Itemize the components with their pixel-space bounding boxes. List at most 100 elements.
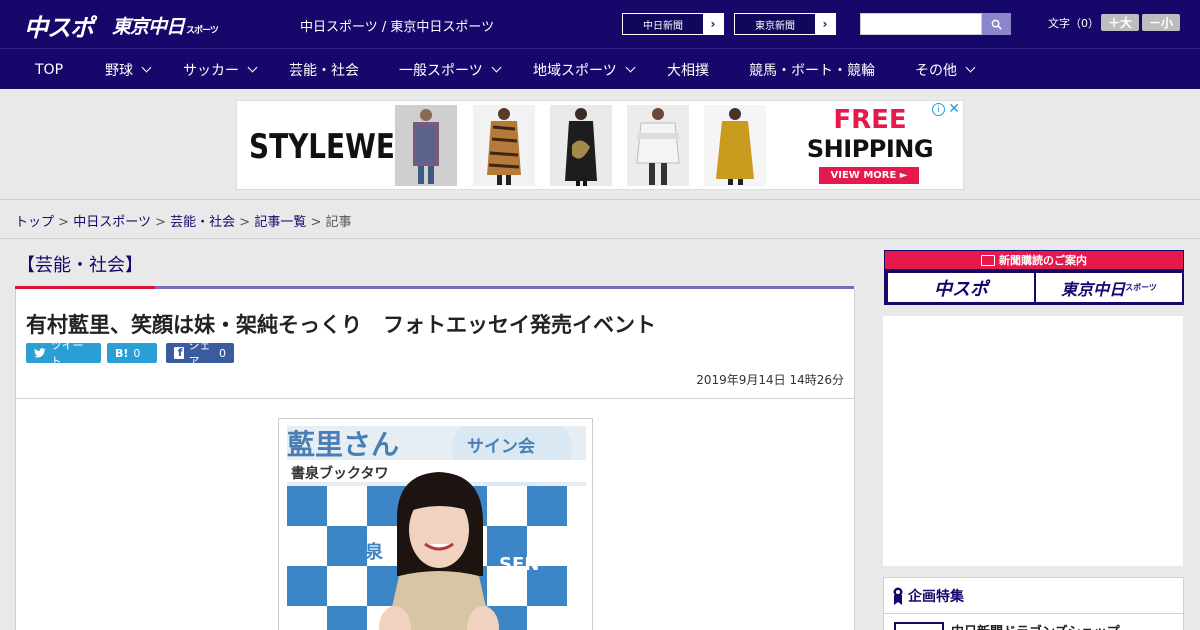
chevron-down-icon (625, 62, 636, 73)
breadcrumb-separator: > (58, 215, 70, 230)
nav-item-general-sports[interactable]: 一般スポーツ (399, 49, 502, 90)
nav-label: 大相撲 (667, 62, 709, 79)
ad-brand: STYLEWE (249, 127, 395, 167)
fb-share-count: 0 (219, 346, 226, 360)
nav-label: サッカー (183, 62, 239, 79)
font-size-label: 文字（0） (1048, 17, 1099, 30)
info-icon[interactable]: i (932, 103, 945, 116)
font-smaller-button[interactable]: －小 (1142, 14, 1180, 31)
nav-label: 一般スポーツ (399, 62, 483, 79)
breadcrumb-separator: > (310, 215, 322, 230)
feature-box: 企画特集 中日新聞ドラゴンズショップ (883, 577, 1184, 630)
breadcrumb-band: トップ > 中日スポーツ > 芸能・社会 > 記事一覧 > 記事 (0, 201, 1200, 239)
ad-headline-free: FREE (833, 105, 907, 135)
nav-item-baseball[interactable]: 野球 (105, 49, 152, 90)
ribbon-icon (893, 587, 903, 605)
sub-logo-small: スポーツ (1125, 283, 1157, 292)
nav-label: TOP (35, 61, 64, 78)
subscription-title: 新聞購読のご案内 (999, 254, 1087, 267)
twitter-icon (34, 348, 46, 358)
article-title: 有村藍里、笑顔は妹・架純そっくり フォトエッセイ発売イベント (26, 313, 656, 337)
breadcrumb: トップ > 中日スポーツ > 芸能・社会 > 記事一覧 > 記事 (15, 211, 352, 230)
ad-model-photo (473, 105, 535, 186)
main-nav: TOP 野球 サッカー 芸能・社会 一般スポーツ 地域スポーツ 大相撲 競馬・ボ… (0, 48, 1200, 89)
ad-view-more-button[interactable]: VIEW MORE ► (819, 167, 919, 184)
hatena-count: 0 (133, 346, 141, 360)
sub-tokyo-chunichi-logo[interactable]: 東京中日 スポーツ (1036, 273, 1182, 302)
font-bigger-button[interactable]: ＋大 (1101, 14, 1139, 31)
breadcrumb-chunichi-sports[interactable]: 中日スポーツ (73, 215, 151, 230)
tweet-button[interactable]: ツイート (26, 339, 101, 368)
nav-item-soccer[interactable]: サッカー (183, 49, 258, 90)
newspaper-icon (981, 254, 995, 266)
article-card: 有村藍里、笑顔は妹・架純そっくり フォトエッセイ発売イベント ツイート B! 0… (15, 289, 855, 630)
breadcrumb-top[interactable]: トップ (15, 215, 54, 230)
photo-event-text: サイン会 (467, 436, 535, 457)
ad-band: STYLEWE FREE SHIPPING VIEW MORE ► i ✕ (0, 89, 1200, 200)
dragons-shop-thumbnail[interactable] (894, 622, 944, 630)
nav-item-others[interactable]: その他 (915, 49, 976, 90)
tokyo-chunichi-logo[interactable]: 東京中日 スポーツ (112, 12, 219, 39)
nav-label: 芸能・社会 (289, 62, 359, 79)
nav-label: 野球 (105, 62, 133, 79)
photo-store-text: 書泉ブックタワ (291, 465, 388, 482)
search-button[interactable] (982, 13, 1011, 35)
chuspo-logo[interactable]: 中スポ (24, 8, 94, 43)
ad-model-photo (704, 105, 766, 186)
tweet-label: ツイート (50, 339, 84, 368)
article-divider (16, 398, 854, 399)
photo-sign-text: 藍里さん (287, 428, 399, 461)
chevron-down-icon (141, 62, 152, 73)
search-input[interactable] (860, 13, 982, 35)
chevron-down-icon (965, 62, 976, 73)
nav-label: 競馬・ボート・競輪 (749, 62, 875, 79)
ad-headline-shipping: SHIPPING (806, 135, 934, 163)
chevron-right-icon: › (703, 14, 723, 34)
nav-item-regional-sports[interactable]: 地域スポーツ (533, 49, 636, 90)
chunichi-shimbun-link[interactable]: 中日新聞 › (622, 13, 724, 35)
nav-item-racing[interactable]: 競馬・ボート・競輪 (749, 49, 875, 90)
tokyo-logo-text: 東京中日 (112, 16, 185, 38)
sidebar-ad-slot[interactable] (883, 316, 1183, 566)
photo-backdrop-text: 書泉 (347, 541, 384, 563)
photo-illustration: 藍里さん サイン会 書泉ブックタワ 書泉 SEN (287, 426, 586, 630)
chevron-down-icon (491, 62, 502, 73)
subscription-title-bar: 新聞購読のご案内 (885, 251, 1183, 269)
site-header: 中スポ 東京中日 スポーツ 中日スポーツ / 東京中日スポーツ 中日新聞 › 東京… (0, 0, 1200, 48)
sub-chuspo-logo[interactable]: 中スポ (888, 273, 1034, 302)
stylewe-ad-banner[interactable]: STYLEWE FREE SHIPPING VIEW MORE ► i ✕ (236, 100, 964, 190)
breadcrumb-article-list[interactable]: 記事一覧 (254, 215, 306, 230)
chevron-right-icon: › (815, 14, 835, 34)
article-date: 2019年9月14日 14時26分 (696, 373, 844, 387)
breadcrumb-current: 記事 (325, 215, 352, 230)
breadcrumb-entertainment[interactable]: 芸能・社会 (170, 215, 235, 230)
ad-model-photo (395, 105, 457, 186)
feature-item-dragons-shop[interactable]: 中日新聞ドラゴンズショップ (951, 621, 1120, 630)
search-icon (991, 19, 1002, 30)
nav-item-top[interactable]: TOP (35, 49, 63, 90)
facebook-icon: f (174, 346, 184, 359)
article-photo[interactable]: 藍里さん サイン会 書泉ブックタワ 書泉 SEN (287, 426, 586, 630)
chevron-down-icon (247, 62, 258, 73)
hatena-bookmark-button[interactable]: B! 0 (107, 343, 157, 363)
nav-item-entertainment[interactable]: 芸能・社会 (289, 49, 359, 90)
close-icon[interactable]: ✕ (948, 101, 960, 117)
tokyo-shimbun-label: 東京新聞 (755, 20, 795, 32)
nav-item-sumo[interactable]: 大相撲 (667, 49, 709, 90)
feature-title: 企画特集 (908, 589, 964, 605)
tokyo-logo-small: スポーツ (186, 26, 219, 36)
facebook-share-button[interactable]: f シェア 0 (166, 339, 234, 368)
nav-label: 地域スポーツ (533, 62, 617, 79)
photo-backdrop-text-2: SEN (499, 554, 539, 575)
nav-label: その他 (915, 62, 957, 79)
site-names: 中日スポーツ / 東京中日スポーツ (300, 20, 495, 35)
ad-model-photo (627, 105, 689, 186)
subscription-box[interactable]: 新聞購読のご案内 中スポ 東京中日 スポーツ (884, 250, 1184, 305)
sub-logo-text: 東京中日 (1061, 279, 1126, 299)
feature-heading: 企画特集 (892, 586, 964, 606)
breadcrumb-separator: > (239, 215, 251, 230)
feature-divider (884, 613, 1183, 614)
category-heading: 【芸能・社会】 (17, 255, 143, 276)
tokyo-shimbun-link[interactable]: 東京新聞 › (734, 13, 836, 35)
breadcrumb-separator: > (155, 215, 166, 230)
